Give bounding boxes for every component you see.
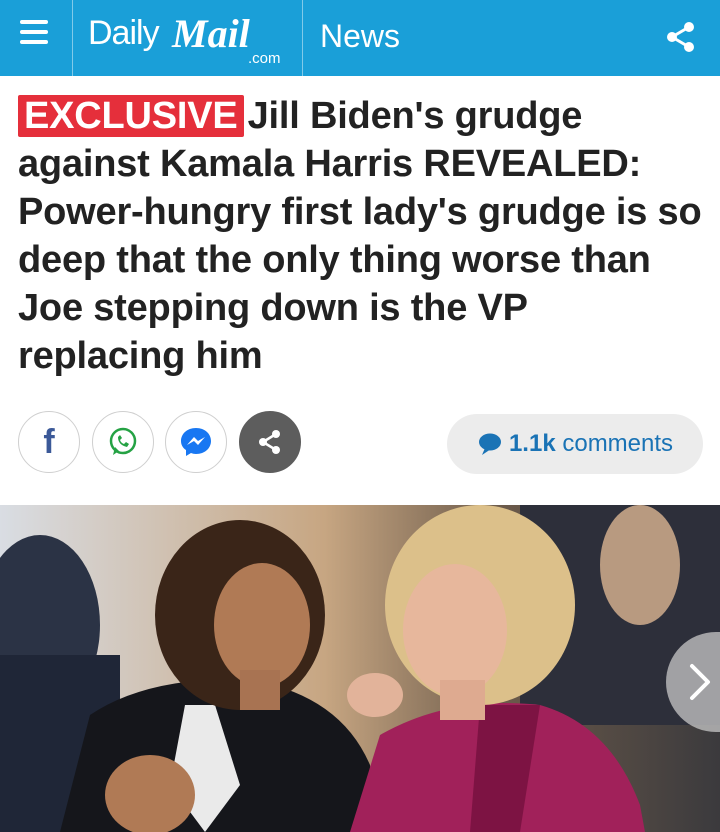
messenger-icon	[181, 428, 211, 456]
logo-mail-text: Mail	[172, 11, 250, 56]
whatsapp-icon	[109, 427, 137, 455]
chevron-right-icon	[690, 664, 710, 700]
exclusive-badge: EXCLUSIVE	[18, 95, 244, 137]
top-navigation-bar: Daily Mail .com News	[0, 0, 720, 76]
logo-com-text: .com	[248, 50, 281, 67]
messenger-share-button[interactable]	[165, 411, 227, 473]
headline-text: Jill Biden's grudge against Kamala Harri…	[18, 95, 702, 377]
header-divider	[302, 0, 303, 76]
facebook-share-button[interactable]: f	[18, 411, 80, 473]
comments-label: comments	[562, 430, 674, 457]
whatsapp-share-button[interactable]	[92, 411, 154, 473]
menu-icon[interactable]	[20, 20, 48, 52]
facebook-icon: f	[43, 422, 55, 461]
comments-button[interactable]: 1.1k comments	[447, 414, 703, 474]
article-hero-image[interactable]	[0, 505, 720, 832]
comments-count: 1.1k	[508, 430, 556, 457]
header-divider	[72, 0, 73, 76]
share-icon[interactable]	[664, 20, 698, 54]
section-title[interactable]: News	[320, 18, 400, 55]
share-icon	[259, 430, 280, 454]
article-headline: EXCLUSIVE Jill Biden's grudge against Kam…	[18, 92, 704, 380]
logo-daily-text: Daily	[88, 14, 160, 52]
more-share-button[interactable]	[239, 411, 301, 473]
speech-bubble-icon	[478, 433, 501, 455]
